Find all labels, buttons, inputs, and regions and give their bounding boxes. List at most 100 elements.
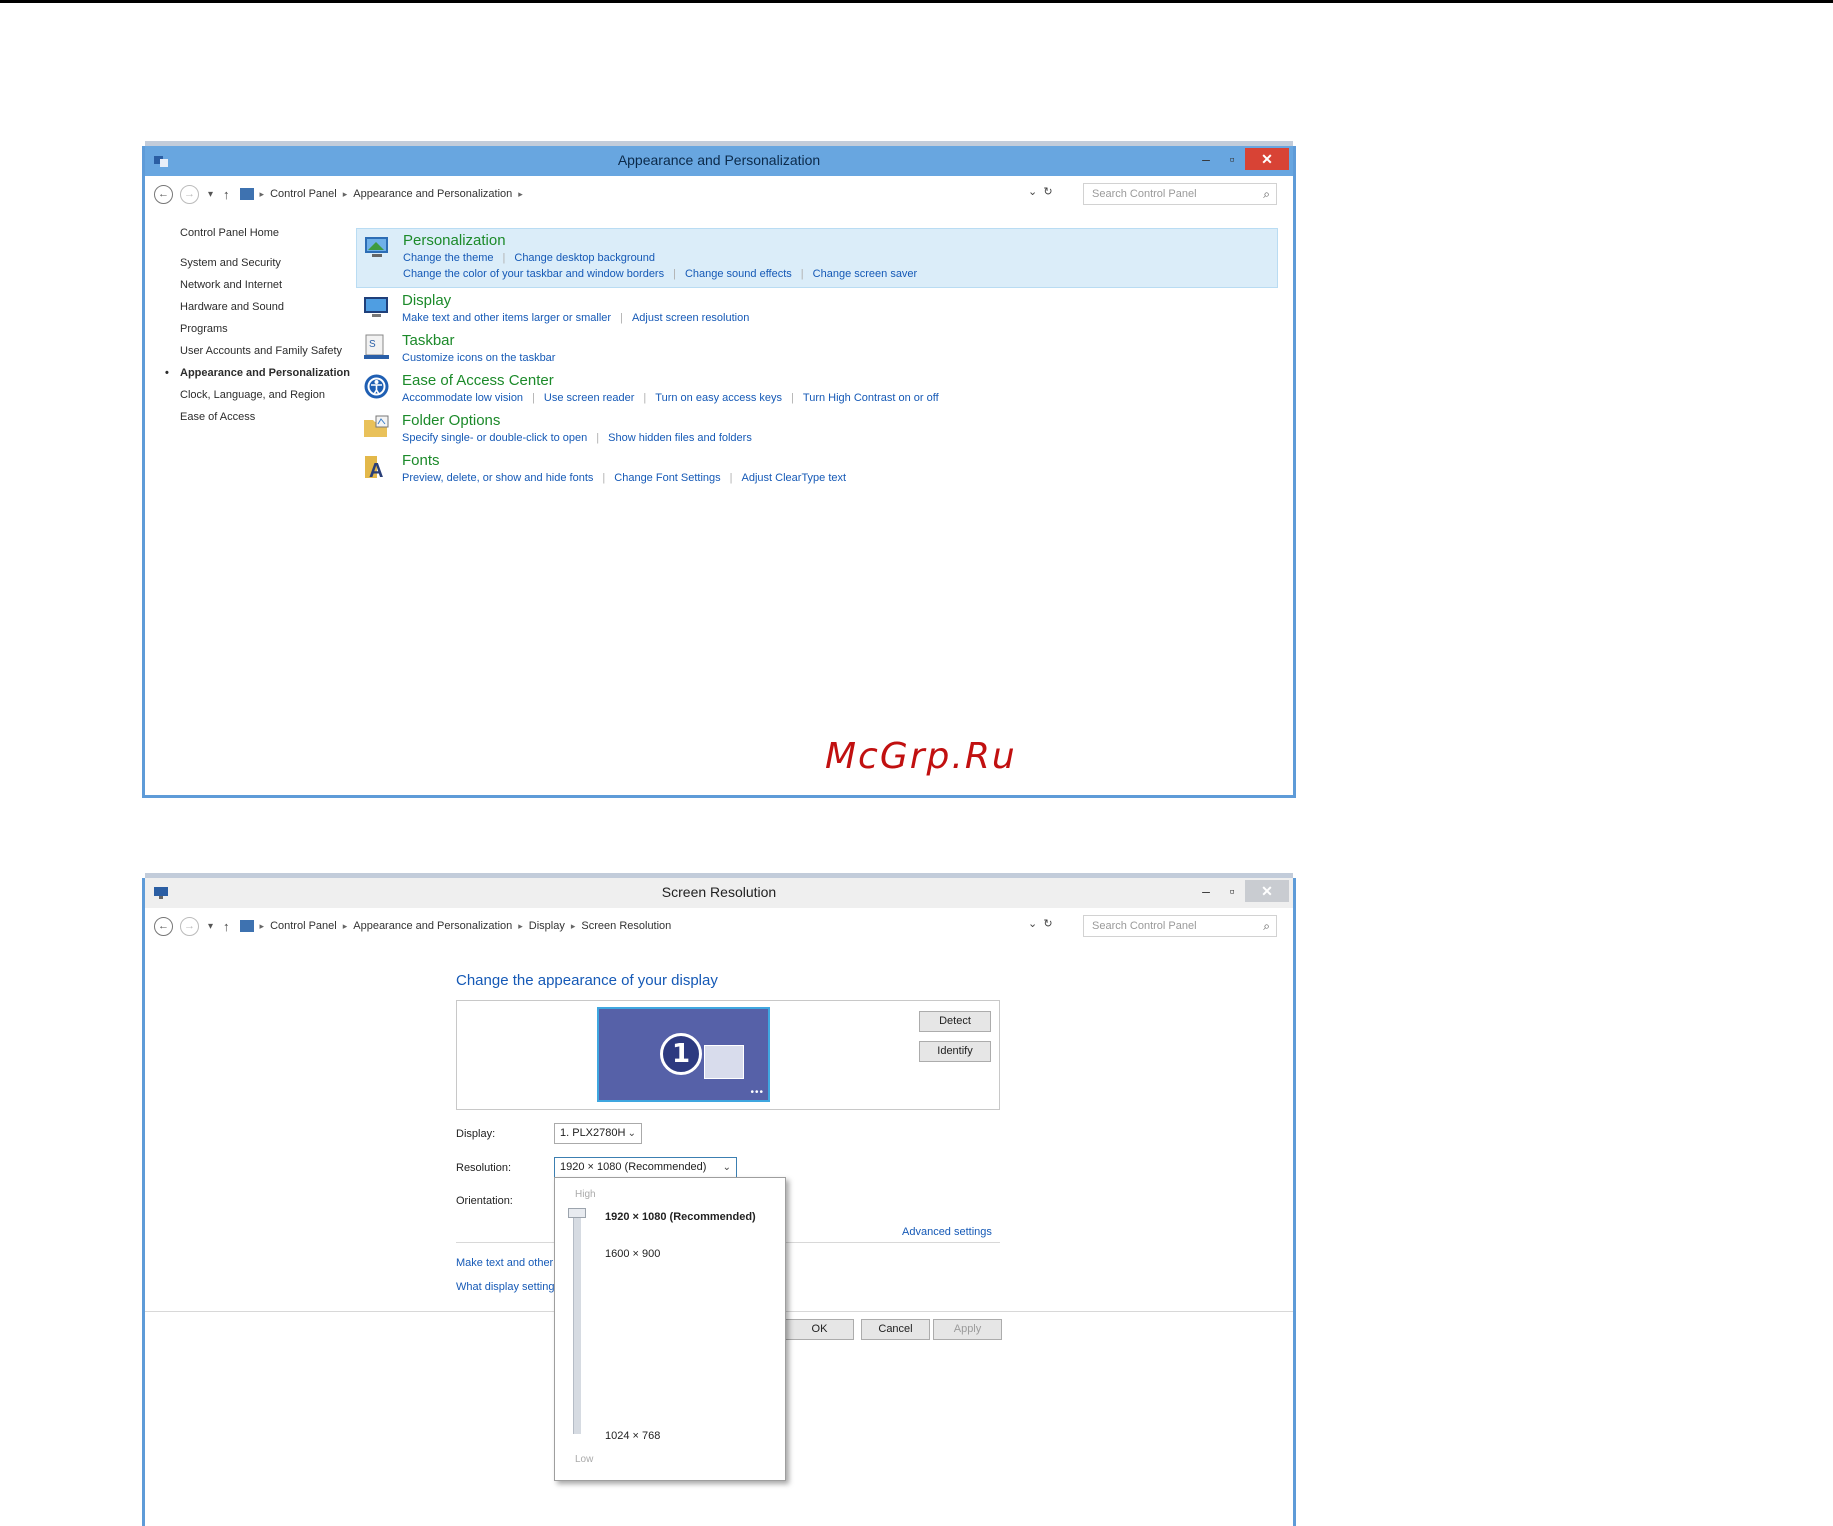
- refresh-icon[interactable]: ⌄ ↻: [1028, 917, 1053, 930]
- address-bar: ← → ▾ ↑ ▸ Control Panel ▸ Appearance and…: [145, 908, 1293, 944]
- sidebar-item-programs[interactable]: Programs: [180, 322, 350, 336]
- link-single-double-click[interactable]: Specify single- or double-click to open: [402, 432, 587, 444]
- link-adjust-resolution[interactable]: Adjust screen resolution: [632, 312, 749, 324]
- more-dots-icon: •••: [750, 1087, 764, 1098]
- category-list: Personalization Change the theme | Change …: [356, 228, 1278, 489]
- link-cleartype[interactable]: Adjust ClearType text: [742, 472, 847, 484]
- category-folder-options[interactable]: Folder Options Specify single- or double…: [356, 409, 1278, 449]
- sidebar-item-system-security[interactable]: System and Security: [180, 256, 350, 270]
- forward-icon[interactable]: →: [180, 184, 199, 204]
- minimize-button[interactable]: –: [1193, 880, 1219, 902]
- link-change-background[interactable]: Change desktop background: [514, 252, 655, 264]
- display-select[interactable]: 1. PLX2780H ⌄: [554, 1123, 642, 1144]
- back-icon[interactable]: ←: [154, 184, 173, 204]
- breadcrumb-control-panel[interactable]: Control Panel: [270, 188, 337, 200]
- chevron-down-icon: ⌄: [722, 1162, 731, 1173]
- link-font-settings[interactable]: Change Font Settings: [614, 472, 720, 484]
- category-title[interactable]: Taskbar: [402, 332, 1278, 350]
- link-change-theme[interactable]: Change the theme: [403, 252, 494, 264]
- link-customize-icons[interactable]: Customize icons on the taskbar: [402, 352, 555, 364]
- resolution-option[interactable]: 1024 × 768: [605, 1430, 660, 1442]
- sidebar-item-appearance[interactable]: Appearance and Personalization: [165, 366, 350, 380]
- close-button[interactable]: ✕: [1245, 880, 1289, 902]
- page-heading: Change the appearance of your display: [456, 972, 718, 989]
- folder-options-icon: [364, 415, 389, 437]
- refresh-icon[interactable]: ⌄ ↻: [1028, 185, 1053, 198]
- resolution-option[interactable]: 1600 × 900: [605, 1248, 660, 1260]
- sidebar-item-clock[interactable]: Clock, Language, and Region: [180, 388, 350, 402]
- chevron-right-icon: ▸: [342, 188, 348, 199]
- category-ease-of-access[interactable]: Ease of Access Center Accommodate low vi…: [356, 369, 1278, 409]
- link-screen-reader[interactable]: Use screen reader: [544, 392, 635, 404]
- text-size-link[interactable]: Make text and other: [456, 1257, 556, 1269]
- resolution-slider-track[interactable]: [573, 1212, 581, 1434]
- display-settings-link[interactable]: What display setting: [456, 1281, 556, 1293]
- breadcrumb-display[interactable]: Display: [529, 920, 565, 932]
- display-label: Display:: [456, 1128, 496, 1140]
- breadcrumb-appearance[interactable]: Appearance and Personalization: [353, 920, 512, 932]
- link-change-color[interactable]: Change the color of your taskbar and win…: [403, 268, 664, 280]
- chevron-right-icon: ▸: [518, 920, 523, 931]
- search-icon[interactable]: ⌕: [1263, 919, 1270, 934]
- breadcrumb-screen-resolution[interactable]: Screen Resolution: [581, 920, 671, 932]
- address-bar: ← → ▾ ↑ ▸ Control Panel ▸ Appearance and…: [145, 176, 1293, 212]
- resolution-select[interactable]: 1920 × 1080 (Recommended) ⌄: [554, 1157, 737, 1178]
- maximize-button[interactable]: ▫: [1219, 148, 1245, 170]
- maximize-button[interactable]: ▫: [1219, 880, 1245, 902]
- cancel-button[interactable]: Cancel: [861, 1319, 930, 1340]
- link-low-vision[interactable]: Accommodate low vision: [402, 392, 523, 404]
- detect-button[interactable]: Detect: [919, 1011, 991, 1032]
- chevron-right-icon[interactable]: ▸: [518, 189, 523, 200]
- category-display[interactable]: Display Make text and other items larger…: [356, 289, 1278, 329]
- chevron-down-icon: ⌄: [627, 1128, 636, 1139]
- resolution-option[interactable]: 1920 × 1080 (Recommended): [605, 1211, 756, 1223]
- sidebar-item-user-accounts[interactable]: User Accounts and Family Safety: [180, 344, 350, 358]
- sidebar-item-network[interactable]: Network and Internet: [180, 278, 350, 292]
- recent-dropdown-icon[interactable]: ▾: [208, 189, 213, 200]
- link-change-sounds[interactable]: Change sound effects: [685, 268, 792, 280]
- category-title[interactable]: Fonts: [402, 452, 1278, 470]
- breadcrumb-appearance[interactable]: Appearance and Personalization: [353, 188, 512, 200]
- apply-button[interactable]: Apply: [933, 1319, 1002, 1340]
- category-title[interactable]: Display: [402, 292, 1278, 310]
- identify-button[interactable]: Identify: [919, 1041, 991, 1062]
- title-bar[interactable]: Appearance and Personalization – ▫ ✕: [145, 146, 1293, 176]
- high-label: High: [575, 1189, 596, 1200]
- forward-icon[interactable]: →: [180, 916, 199, 936]
- resolution-slider-thumb[interactable]: [568, 1208, 586, 1218]
- category-title[interactable]: Personalization: [403, 232, 1277, 250]
- up-icon[interactable]: ↑: [223, 919, 230, 934]
- category-personalization[interactable]: Personalization Change the theme | Change …: [356, 228, 1278, 288]
- search-input[interactable]: Search Control Panel ⌕: [1083, 183, 1277, 205]
- breadcrumb-control-panel[interactable]: Control Panel: [270, 920, 337, 932]
- link-text-size[interactable]: Make text and other items larger or smal…: [402, 312, 611, 324]
- link-hidden-files[interactable]: Show hidden files and folders: [608, 432, 752, 444]
- close-button[interactable]: ✕: [1245, 148, 1289, 170]
- resolution-dropdown: High 1920 × 1080 (Recommended) 1600 × 90…: [554, 1177, 786, 1481]
- minimize-button[interactable]: –: [1193, 148, 1219, 170]
- monitor-preview[interactable]: 1 •••: [597, 1007, 770, 1102]
- link-change-screensaver[interactable]: Change screen saver: [813, 268, 918, 280]
- orientation-label: Orientation:: [456, 1195, 513, 1207]
- back-icon[interactable]: ←: [154, 916, 173, 936]
- ok-button[interactable]: OK: [785, 1319, 854, 1340]
- search-icon[interactable]: ⌕: [1263, 187, 1270, 202]
- chevron-right-icon: ▸: [570, 920, 576, 931]
- svg-text:S: S: [369, 339, 376, 350]
- link-access-keys[interactable]: Turn on easy access keys: [655, 392, 782, 404]
- title-bar[interactable]: Screen Resolution – ▫ ✕: [145, 878, 1293, 908]
- link-high-contrast[interactable]: Turn High Contrast on or off: [803, 392, 939, 404]
- category-taskbar[interactable]: S Taskbar Customize icons on the taskbar: [356, 329, 1278, 369]
- sidebar-item-ease-of-access[interactable]: Ease of Access: [180, 410, 350, 424]
- link-preview-fonts[interactable]: Preview, delete, or show and hide fonts: [402, 472, 593, 484]
- up-icon[interactable]: ↑: [223, 187, 230, 202]
- category-title[interactable]: Folder Options: [402, 412, 1278, 430]
- sidebar-home-link[interactable]: Control Panel Home: [180, 226, 350, 240]
- advanced-settings-link[interactable]: Advanced settings: [902, 1226, 992, 1238]
- category-title[interactable]: Ease of Access Center: [402, 372, 1278, 390]
- sidebar-item-hardware[interactable]: Hardware and Sound: [180, 300, 350, 314]
- recent-dropdown-icon[interactable]: ▾: [208, 921, 213, 932]
- category-fonts[interactable]: A Fonts Preview, delete, or show and hid…: [356, 449, 1278, 489]
- screen-resolution-window: Screen Resolution – ▫ ✕ ← → ▾ ↑ ▸ Contro…: [142, 873, 1296, 1526]
- search-input[interactable]: Search Control Panel ⌕: [1083, 915, 1277, 937]
